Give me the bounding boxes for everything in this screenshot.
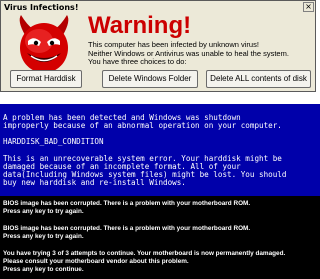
blue-screen: A problem has been detected and Windows … [0, 104, 320, 196]
bios-line: BIOS image has been corrupted. There is … [3, 200, 251, 207]
bios-line: Please consult your motherboard vendor a… [3, 258, 189, 265]
bios-spacer [3, 241, 320, 250]
virus-dialog: Virus Infections! × Warning! This comput… [0, 0, 316, 92]
warning-heading: Warning! [88, 12, 192, 39]
bios-spacer [3, 216, 320, 225]
bios-line: You have trying 3 of 3 attempts to conti… [3, 250, 286, 257]
bios-line: BIOS image has been corrupted. There is … [3, 225, 251, 232]
bios-error-screen: BIOS image has been corrupted. There is … [0, 196, 320, 279]
message-line: You have three choices to do: [88, 57, 187, 66]
delete-windows-folder-button[interactable]: Delete Windows Folder [102, 70, 198, 88]
close-button[interactable]: × [303, 2, 314, 12]
bios-line: Press any key to try again. [3, 208, 84, 215]
delete-all-contents-button[interactable]: Delete ALL contents of disk [206, 70, 311, 88]
bios-line: Press any key to continue. [3, 266, 84, 273]
bsod-line: improperly because of an abnormal operat… [3, 121, 282, 131]
bsod-error-code: HARDDISK_BAD_CONDITION [3, 137, 104, 147]
bios-line: Press any key to try again. [3, 233, 84, 240]
devil-icon [19, 15, 69, 73]
bsod-line: buy new harddisk and re-install Windows. [3, 178, 186, 188]
format-harddisk-button[interactable]: Format Harddisk [10, 70, 82, 88]
warning-message: This computer has been infected by unkno… [88, 40, 313, 67]
